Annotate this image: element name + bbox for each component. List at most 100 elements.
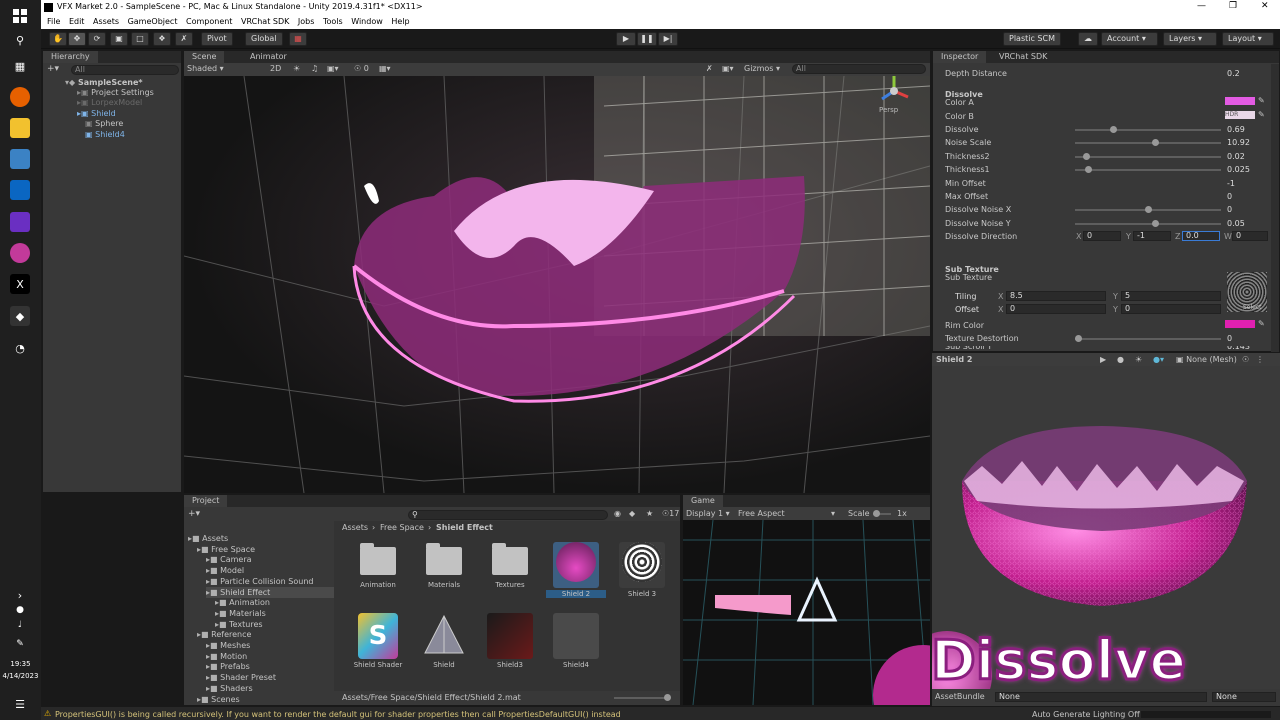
- asset-shield4-prefab[interactable]: Shield4: [546, 613, 606, 669]
- slider-value[interactable]: 0.69: [1227, 125, 1245, 134]
- pivot-toggle[interactable]: Pivot: [201, 32, 233, 46]
- scale-slider[interactable]: [873, 510, 891, 517]
- color-b-swatch[interactable]: HDR: [1225, 111, 1255, 119]
- project-tree-item[interactable]: ▸■ Reference: [197, 629, 251, 640]
- menu-help[interactable]: Help: [391, 17, 409, 26]
- asset-shield2-material[interactable]: Shield 2: [546, 539, 606, 598]
- slider-knob[interactable]: [664, 694, 671, 701]
- tab-scene[interactable]: Scene: [184, 51, 225, 63]
- eyedropper-icon[interactable]: ✎: [1258, 110, 1265, 119]
- assetbundle-dropdown[interactable]: None: [995, 692, 1207, 702]
- assetbundle-variant-dropdown[interactable]: None: [1212, 692, 1276, 702]
- project-tree-item[interactable]: ▸■ Textures: [215, 619, 263, 630]
- project-tree-item[interactable]: ▸■ Camera: [206, 554, 252, 565]
- asset-shield-shader[interactable]: S Shield Shader: [348, 613, 408, 669]
- color-a-swatch[interactable]: [1225, 97, 1255, 105]
- play-preview-icon[interactable]: ▶: [1100, 355, 1106, 364]
- global-toggle[interactable]: Global: [245, 32, 283, 46]
- project-tree-item[interactable]: ▸■ Model: [206, 565, 244, 576]
- menu-window[interactable]: Window: [351, 17, 383, 26]
- project-tree-item[interactable]: ▸■ Shader Preset: [206, 672, 276, 683]
- notifications-icon[interactable]: ☰: [10, 694, 30, 714]
- hierarchy-item-shield4[interactable]: ▣ Shield4: [85, 129, 125, 140]
- tab-inspector[interactable]: Inspector: [933, 51, 987, 63]
- asset-animation-folder[interactable]: Animation: [348, 539, 408, 589]
- target-icon[interactable]: ☉: [1242, 355, 1249, 364]
- project-tree-item[interactable]: ▸■ Materials: [215, 608, 266, 619]
- slider-value[interactable]: 0.02: [1227, 152, 1245, 161]
- project-tree-item[interactable]: ▸■ Scenes: [197, 694, 240, 705]
- aspect-dropdown[interactable]: Free Aspect: [738, 509, 785, 518]
- windows-start-icon[interactable]: [10, 6, 30, 26]
- pen-icon[interactable]: ✎: [10, 634, 30, 654]
- messenger-icon[interactable]: [10, 243, 30, 263]
- depth-distance-value[interactable]: 0.2: [1227, 69, 1240, 78]
- label-icon[interactable]: ◆: [629, 509, 635, 518]
- minimize-icon[interactable]: —: [1197, 1, 1206, 11]
- breadcrumb-free-space[interactable]: Free Space: [380, 523, 424, 532]
- audio-icon[interactable]: ♫: [311, 64, 318, 73]
- select-label[interactable]: Select: [1243, 304, 1262, 311]
- project-tree-item[interactable]: ▸■ Particle Collision Sound: [206, 576, 313, 587]
- effects-icon[interactable]: ▣▾: [327, 64, 339, 73]
- slider-value[interactable]: 0.05: [1227, 219, 1245, 228]
- tab-hierarchy[interactable]: Hierarchy: [43, 51, 98, 63]
- slider-knob[interactable]: [873, 510, 880, 517]
- slider-value[interactable]: 10.92: [1227, 138, 1250, 147]
- tab-vrchat-sdk[interactable]: VRChat SDK: [991, 51, 1055, 63]
- menu-gameobject[interactable]: GameObject: [128, 17, 178, 26]
- filter-type-icon[interactable]: ◉: [614, 509, 621, 518]
- property-slider[interactable]: [1075, 152, 1221, 160]
- menu-jobs[interactable]: Jobs: [298, 17, 315, 26]
- snap-grid-icon[interactable]: ▦: [289, 32, 307, 46]
- sub-texture-thumbnail[interactable]: Select: [1227, 272, 1267, 312]
- app-icon[interactable]: [10, 180, 30, 200]
- clock-app-icon[interactable]: ◔: [10, 338, 30, 358]
- property-slider[interactable]: [1075, 139, 1221, 147]
- clock-date[interactable]: 4/14/2023: [0, 672, 41, 680]
- breadcrumb-assets[interactable]: Assets: [342, 523, 368, 532]
- search-icon[interactable]: ⚲: [10, 30, 30, 50]
- direction-w-input[interactable]: 0: [1232, 231, 1268, 241]
- tiling-x-input[interactable]: 8.5: [1006, 291, 1106, 301]
- task-view-icon[interactable]: ▦: [10, 56, 30, 76]
- game-viewport[interactable]: [683, 520, 930, 705]
- step-button[interactable]: ▶|: [658, 32, 678, 46]
- transform-tool-icon[interactable]: ❖: [153, 32, 171, 46]
- aspect-dropdown-arrow[interactable]: ▾: [831, 509, 835, 518]
- custom-tool-icon[interactable]: ✗: [175, 32, 193, 46]
- light-preview-icon[interactable]: ☀: [1135, 355, 1142, 364]
- icon-size-slider[interactable]: [614, 694, 671, 701]
- clock-time[interactable]: 19:35: [0, 660, 41, 668]
- slider-value[interactable]: 0.025: [1227, 165, 1250, 174]
- shading-dropdown[interactable]: Shaded ▾: [187, 64, 224, 73]
- project-tree-item[interactable]: ▸■ Assets: [188, 533, 228, 544]
- menu-edit[interactable]: Edit: [69, 17, 85, 26]
- asset-shield3-material[interactable]: Shield 3: [612, 539, 672, 598]
- hand-tool-icon[interactable]: ✋: [49, 32, 67, 46]
- rotate-tool-icon[interactable]: ⟳: [88, 32, 106, 46]
- firefox-icon[interactable]: [10, 87, 30, 107]
- property-slider[interactable]: [1075, 126, 1221, 133]
- hierarchy-item-sphere[interactable]: ▣ Sphere: [85, 118, 123, 129]
- display-dropdown[interactable]: Display 1 ▾: [686, 509, 730, 518]
- cloud-icon[interactable]: ☁: [1078, 32, 1098, 46]
- orientation-gizmo[interactable]: [874, 76, 914, 111]
- menu-file[interactable]: File: [47, 17, 60, 26]
- slider-value[interactable]: -1: [1227, 179, 1235, 188]
- project-tree-item[interactable]: ▸■ Shaders: [206, 683, 253, 694]
- project-tree-item[interactable]: ▸■ Shield Effect: [206, 586, 334, 598]
- gizmos-dropdown[interactable]: Gizmos ▾: [744, 64, 780, 73]
- direction-z-input[interactable]: 0.0: [1182, 231, 1220, 241]
- property-slider[interactable]: [1075, 166, 1221, 174]
- project-search-input[interactable]: ⚲: [408, 510, 608, 520]
- menu-assets[interactable]: Assets: [93, 17, 119, 26]
- direction-y-input[interactable]: -1: [1133, 231, 1171, 241]
- add-icon[interactable]: +▾: [47, 64, 59, 74]
- grid-icon[interactable]: ▦▾: [379, 64, 391, 73]
- asset-materials-folder[interactable]: Materials: [414, 539, 474, 589]
- lighting-icon[interactable]: ☀: [293, 64, 300, 73]
- tab-animator[interactable]: Animator: [242, 51, 295, 63]
- account-dropdown[interactable]: Account ▾: [1101, 32, 1158, 46]
- offset-x-input[interactable]: 0: [1006, 304, 1106, 314]
